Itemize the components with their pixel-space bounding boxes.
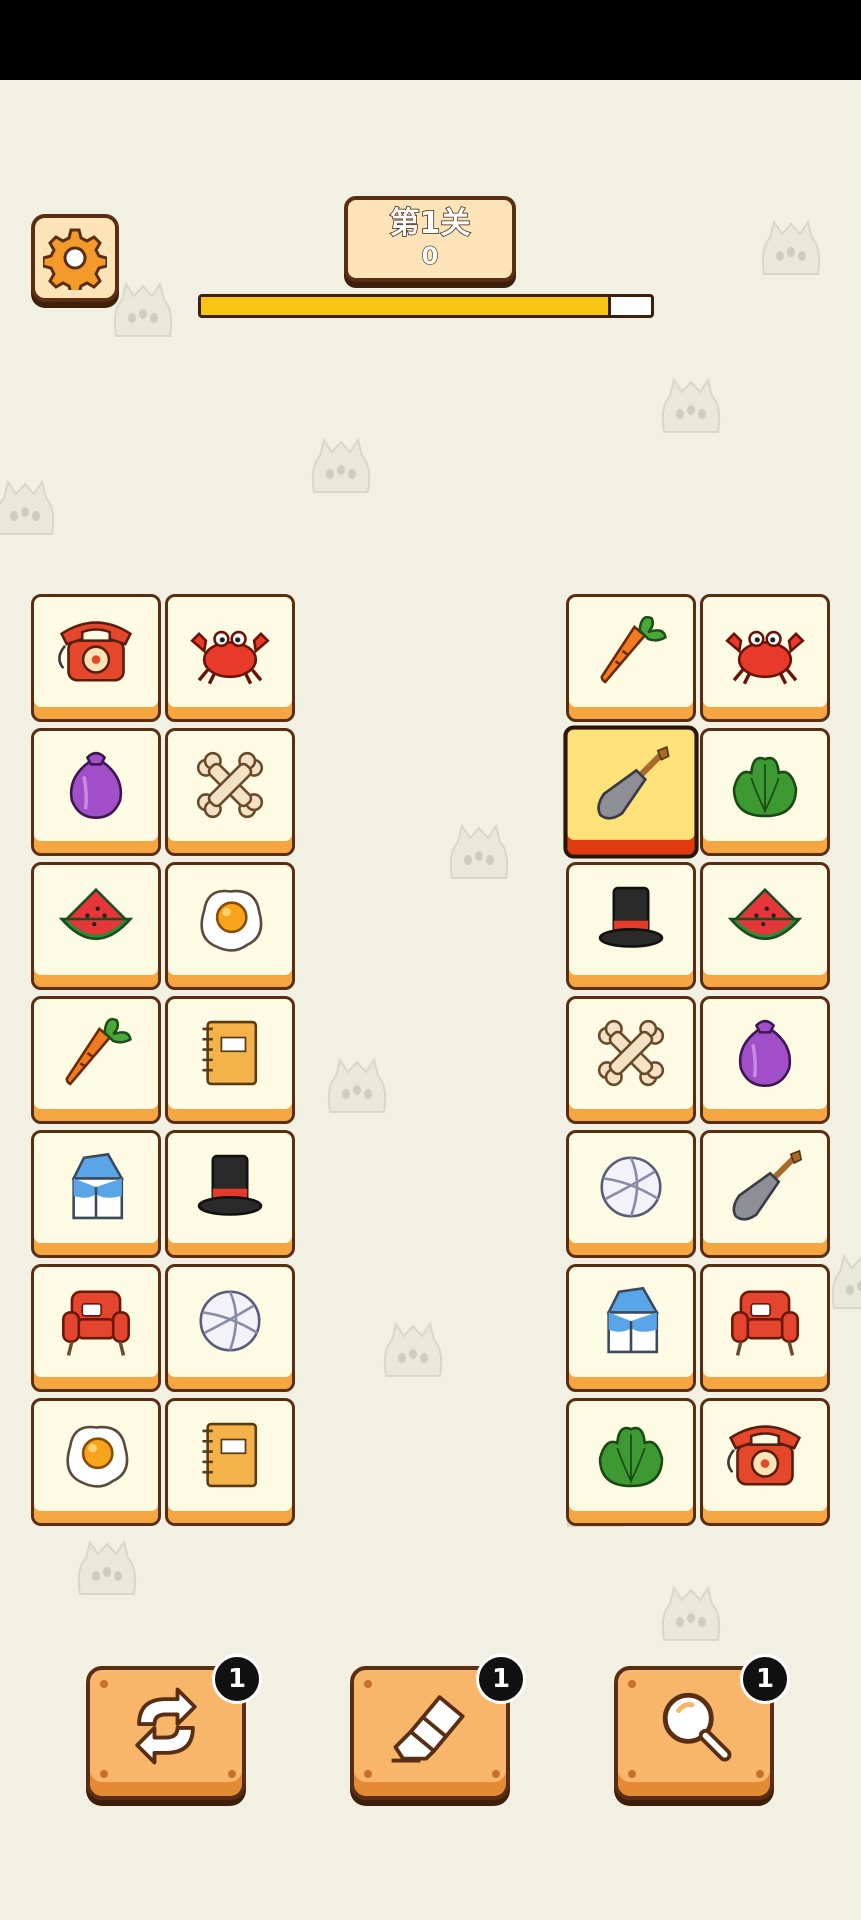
tile-notebook[interactable] xyxy=(165,996,295,1124)
tile-onion[interactable] xyxy=(31,728,161,856)
rivet-decoration xyxy=(492,1770,500,1778)
tile-watermelon[interactable] xyxy=(700,862,830,990)
paw-print-decoration xyxy=(656,1584,726,1646)
rivet-decoration xyxy=(228,1770,236,1778)
lettuce-icon xyxy=(588,1412,674,1502)
tile-armchair[interactable] xyxy=(700,1264,830,1392)
tile-bone[interactable] xyxy=(566,996,696,1124)
shovel-icon xyxy=(722,1144,808,1234)
tile-carrot[interactable] xyxy=(566,594,696,722)
lettuce-icon xyxy=(722,742,808,832)
tile-fried-egg[interactable] xyxy=(31,1398,161,1526)
telephone-icon xyxy=(53,608,139,698)
shuffle-icon xyxy=(118,1678,214,1788)
onion-icon xyxy=(53,742,139,832)
crab-icon xyxy=(722,608,808,698)
tile-armchair[interactable] xyxy=(31,1264,161,1392)
tile-bone[interactable] xyxy=(165,728,295,856)
fried-egg-icon xyxy=(53,1412,139,1502)
shuffle-button[interactable]: 1 xyxy=(86,1654,262,1800)
gear-icon xyxy=(43,228,107,290)
tile-onion[interactable] xyxy=(700,996,830,1124)
tile-crab[interactable] xyxy=(165,594,295,722)
rivet-decoration xyxy=(100,1680,108,1688)
eraser-icon xyxy=(382,1678,478,1788)
paw-print-decoration xyxy=(656,376,726,438)
rivet-decoration xyxy=(364,1680,372,1688)
paw-print-decoration xyxy=(72,1538,142,1600)
watermelon-icon xyxy=(722,876,808,966)
crab-icon xyxy=(187,608,273,698)
milk-carton-icon xyxy=(53,1144,139,1234)
tile-watermelon[interactable] xyxy=(31,862,161,990)
tile-milk-carton[interactable] xyxy=(566,1264,696,1392)
tile-top-hat[interactable] xyxy=(165,1130,295,1258)
telephone-icon xyxy=(722,1412,808,1502)
milk-carton-icon xyxy=(588,1278,674,1368)
progress-fill xyxy=(201,297,611,315)
hint-count-badge: 1 xyxy=(740,1654,790,1704)
tile-shovel[interactable] xyxy=(700,1130,830,1258)
paw-print-decoration xyxy=(378,1320,448,1382)
tile-volleyball[interactable] xyxy=(165,1264,295,1392)
tile-fried-egg[interactable] xyxy=(165,862,295,990)
notebook-icon xyxy=(187,1412,273,1502)
level-title: 第1关 xyxy=(389,205,471,242)
level-panel: 第1关 0 xyxy=(344,196,516,282)
shovel-icon xyxy=(586,740,675,834)
magnifier-icon xyxy=(646,1678,742,1788)
tile-carrot[interactable] xyxy=(31,996,161,1124)
carrot-icon xyxy=(588,608,674,698)
status-bar xyxy=(0,0,861,80)
rivet-decoration xyxy=(100,1770,108,1778)
paw-print-decoration xyxy=(322,1056,392,1118)
top-hat-icon xyxy=(588,876,674,966)
volleyball-icon xyxy=(588,1144,674,1234)
rivet-decoration xyxy=(628,1770,636,1778)
hint-button[interactable]: 1 xyxy=(614,1654,790,1800)
score-value: 0 xyxy=(421,241,439,270)
rivet-decoration xyxy=(364,1770,372,1778)
paw-print-decoration xyxy=(826,1252,861,1314)
bone-icon xyxy=(187,742,273,832)
volleyball-icon xyxy=(187,1278,273,1368)
tile-lettuce[interactable] xyxy=(566,1398,696,1526)
tile-shovel[interactable] xyxy=(563,725,699,859)
paw-print-decoration xyxy=(0,478,60,540)
shuffle-count-badge: 1 xyxy=(212,1654,262,1704)
top-hat-icon xyxy=(187,1144,273,1234)
settings-button[interactable] xyxy=(31,214,119,302)
notebook-icon xyxy=(187,1010,273,1100)
eraser-count-badge: 1 xyxy=(476,1654,526,1704)
paw-print-decoration xyxy=(444,822,514,884)
rivet-decoration xyxy=(628,1680,636,1688)
tile-telephone[interactable] xyxy=(700,1398,830,1526)
paw-print-decoration xyxy=(756,218,826,280)
tile-volleyball[interactable] xyxy=(566,1130,696,1258)
tile-notebook[interactable] xyxy=(165,1398,295,1526)
watermelon-icon xyxy=(53,876,139,966)
paw-print-decoration xyxy=(306,436,376,498)
tile-lettuce[interactable] xyxy=(700,728,830,856)
fried-egg-icon xyxy=(187,876,273,966)
onion-icon xyxy=(722,1010,808,1100)
tile-telephone[interactable] xyxy=(31,594,161,722)
carrot-icon xyxy=(53,1010,139,1100)
armchair-icon xyxy=(722,1278,808,1368)
eraser-button[interactable]: 1 xyxy=(350,1654,526,1800)
progress-bar xyxy=(198,294,654,318)
rivet-decoration xyxy=(756,1770,764,1778)
tile-crab[interactable] xyxy=(700,594,830,722)
tile-top-hat[interactable] xyxy=(566,862,696,990)
armchair-icon xyxy=(53,1278,139,1368)
tile-milk-carton[interactable] xyxy=(31,1130,161,1258)
bone-icon xyxy=(588,1010,674,1100)
